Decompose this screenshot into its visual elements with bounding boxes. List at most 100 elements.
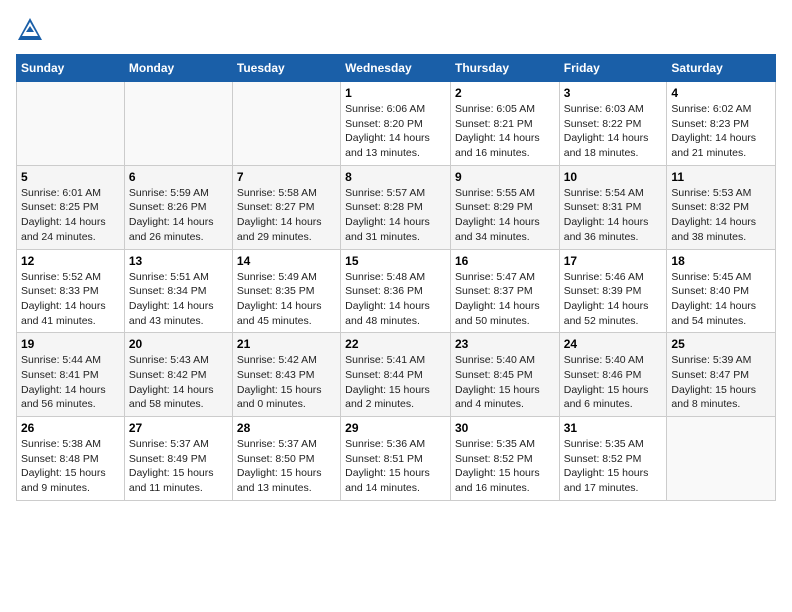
day-info: Sunrise: 5:38 AM Sunset: 8:48 PM Dayligh… (21, 437, 120, 496)
calendar-cell: 11Sunrise: 5:53 AM Sunset: 8:32 PM Dayli… (667, 165, 776, 249)
calendar-cell: 12 Sunrise: 5:52 AM Sunset: 8:33 PM Dayli… (17, 249, 125, 333)
day-info: Sunrise: 5:35 AM Sunset: 8:52 PM Dayligh… (455, 437, 555, 496)
day-number: 24 (564, 337, 663, 351)
calendar-cell: 5Sunrise: 6:01 AM Sunset: 8:25 PM Daylig… (17, 165, 125, 249)
day-number: 8 (345, 170, 446, 184)
calendar-cell: 28 Sunrise: 5:37 AM Sunset: 8:50 PM Dayli… (232, 417, 340, 501)
weekday-header-sunday: Sunday (17, 55, 125, 82)
day-number: 1 (345, 86, 446, 100)
calendar-cell: 4 Sunrise: 6:02 AM Sunset: 8:23 PM Daylig… (667, 82, 776, 166)
calendar-cell: 25Sunrise: 5:39 AM Sunset: 8:47 PM Dayli… (667, 333, 776, 417)
calendar-cell: 26 Sunrise: 5:38 AM Sunset: 8:48 PM Dayli… (17, 417, 125, 501)
day-number: 12 (21, 254, 120, 268)
day-number: 18 (671, 254, 771, 268)
calendar-cell: 23Sunrise: 5:40 AM Sunset: 8:45 PM Dayli… (450, 333, 559, 417)
day-info: Sunrise: 6:06 AM Sunset: 8:20 PM Dayligh… (345, 102, 446, 161)
day-number: 31 (564, 421, 663, 435)
day-info: Sunrise: 5:40 AM Sunset: 8:46 PM Dayligh… (564, 353, 663, 412)
day-number: 17 (564, 254, 663, 268)
calendar-cell: 6 Sunrise: 5:59 AM Sunset: 8:26 PM Daylig… (124, 165, 232, 249)
calendar-cell: 9 Sunrise: 5:55 AM Sunset: 8:29 PM Daylig… (450, 165, 559, 249)
day-number: 27 (129, 421, 228, 435)
calendar-table: SundayMondayTuesdayWednesdayThursdayFrid… (16, 54, 776, 501)
calendar-cell: 20 Sunrise: 5:43 AM Sunset: 8:42 PM Dayli… (124, 333, 232, 417)
day-number: 26 (21, 421, 120, 435)
weekday-header-thursday: Thursday (450, 55, 559, 82)
day-info: Sunrise: 5:59 AM Sunset: 8:26 PM Dayligh… (129, 186, 228, 245)
day-info: Sunrise: 5:58 AM Sunset: 8:27 PM Dayligh… (237, 186, 336, 245)
calendar-cell (124, 82, 232, 166)
day-info: Sunrise: 5:35 AM Sunset: 8:52 PM Dayligh… (564, 437, 663, 496)
day-number: 16 (455, 254, 555, 268)
day-info: Sunrise: 5:39 AM Sunset: 8:47 PM Dayligh… (671, 353, 771, 412)
day-info: Sunrise: 5:49 AM Sunset: 8:35 PM Dayligh… (237, 270, 336, 329)
weekday-header-friday: Friday (559, 55, 667, 82)
day-info: Sunrise: 6:03 AM Sunset: 8:22 PM Dayligh… (564, 102, 663, 161)
day-number: 4 (671, 86, 771, 100)
day-number: 7 (237, 170, 336, 184)
day-info: Sunrise: 5:37 AM Sunset: 8:49 PM Dayligh… (129, 437, 228, 496)
day-info: Sunrise: 5:48 AM Sunset: 8:36 PM Dayligh… (345, 270, 446, 329)
day-number: 15 (345, 254, 446, 268)
day-info: Sunrise: 5:36 AM Sunset: 8:51 PM Dayligh… (345, 437, 446, 496)
day-info: Sunrise: 5:43 AM Sunset: 8:42 PM Dayligh… (129, 353, 228, 412)
day-number: 19 (21, 337, 120, 351)
weekday-header-tuesday: Tuesday (232, 55, 340, 82)
calendar-cell: 2 Sunrise: 6:05 AM Sunset: 8:21 PM Daylig… (450, 82, 559, 166)
day-number: 23 (455, 337, 555, 351)
calendar-week-row: 12 Sunrise: 5:52 AM Sunset: 8:33 PM Dayli… (17, 249, 776, 333)
calendar-cell: 21 Sunrise: 5:42 AM Sunset: 8:43 PM Dayli… (232, 333, 340, 417)
day-info: Sunrise: 5:57 AM Sunset: 8:28 PM Dayligh… (345, 186, 446, 245)
calendar-cell: 31 Sunrise: 5:35 AM Sunset: 8:52 PM Dayli… (559, 417, 667, 501)
calendar-cell: 3 Sunrise: 6:03 AM Sunset: 8:22 PM Daylig… (559, 82, 667, 166)
weekday-header-monday: Monday (124, 55, 232, 82)
day-number: 9 (455, 170, 555, 184)
day-number: 29 (345, 421, 446, 435)
calendar-body: 1 Sunrise: 6:06 AM Sunset: 8:20 PM Daylig… (17, 82, 776, 501)
calendar-cell: 29 Sunrise: 5:36 AM Sunset: 8:51 PM Dayli… (341, 417, 451, 501)
day-number: 28 (237, 421, 336, 435)
weekday-header-wednesday: Wednesday (341, 55, 451, 82)
day-number: 6 (129, 170, 228, 184)
calendar-week-row: 19 Sunrise: 5:44 AM Sunset: 8:41 PM Dayli… (17, 333, 776, 417)
day-info: Sunrise: 5:52 AM Sunset: 8:33 PM Dayligh… (21, 270, 120, 329)
weekday-header-row: SundayMondayTuesdayWednesdayThursdayFrid… (17, 55, 776, 82)
day-number: 5 (21, 170, 120, 184)
day-number: 2 (455, 86, 555, 100)
day-info: Sunrise: 5:41 AM Sunset: 8:44 PM Dayligh… (345, 353, 446, 412)
day-info: Sunrise: 5:46 AM Sunset: 8:39 PM Dayligh… (564, 270, 663, 329)
calendar-header: SundayMondayTuesdayWednesdayThursdayFrid… (17, 55, 776, 82)
calendar-cell: 14 Sunrise: 5:49 AM Sunset: 8:35 PM Dayli… (232, 249, 340, 333)
calendar-cell (232, 82, 340, 166)
calendar-cell (17, 82, 125, 166)
day-info: Sunrise: 5:42 AM Sunset: 8:43 PM Dayligh… (237, 353, 336, 412)
calendar-cell: 24 Sunrise: 5:40 AM Sunset: 8:46 PM Dayli… (559, 333, 667, 417)
day-info: Sunrise: 5:51 AM Sunset: 8:34 PM Dayligh… (129, 270, 228, 329)
day-info: Sunrise: 5:44 AM Sunset: 8:41 PM Dayligh… (21, 353, 120, 412)
logo (16, 16, 48, 44)
calendar-week-row: 26 Sunrise: 5:38 AM Sunset: 8:48 PM Dayli… (17, 417, 776, 501)
day-number: 10 (564, 170, 663, 184)
day-info: Sunrise: 5:37 AM Sunset: 8:50 PM Dayligh… (237, 437, 336, 496)
day-info: Sunrise: 5:45 AM Sunset: 8:40 PM Dayligh… (671, 270, 771, 329)
day-number: 13 (129, 254, 228, 268)
calendar-cell (667, 417, 776, 501)
day-info: Sunrise: 5:55 AM Sunset: 8:29 PM Dayligh… (455, 186, 555, 245)
day-number: 30 (455, 421, 555, 435)
calendar-cell: 15 Sunrise: 5:48 AM Sunset: 8:36 PM Dayli… (341, 249, 451, 333)
day-info: Sunrise: 6:02 AM Sunset: 8:23 PM Dayligh… (671, 102, 771, 161)
day-number: 22 (345, 337, 446, 351)
day-number: 14 (237, 254, 336, 268)
page-header (16, 16, 776, 44)
day-info: Sunrise: 6:05 AM Sunset: 8:21 PM Dayligh… (455, 102, 555, 161)
day-number: 21 (237, 337, 336, 351)
logo-icon (16, 16, 44, 44)
calendar-cell: 27 Sunrise: 5:37 AM Sunset: 8:49 PM Dayli… (124, 417, 232, 501)
calendar-week-row: 5Sunrise: 6:01 AM Sunset: 8:25 PM Daylig… (17, 165, 776, 249)
day-number: 3 (564, 86, 663, 100)
calendar-cell: 13 Sunrise: 5:51 AM Sunset: 8:34 PM Dayli… (124, 249, 232, 333)
day-info: Sunrise: 5:53 AM Sunset: 8:32 PM Dayligh… (671, 186, 771, 245)
day-info: Sunrise: 5:47 AM Sunset: 8:37 PM Dayligh… (455, 270, 555, 329)
calendar-cell: 8 Sunrise: 5:57 AM Sunset: 8:28 PM Daylig… (341, 165, 451, 249)
day-number: 20 (129, 337, 228, 351)
